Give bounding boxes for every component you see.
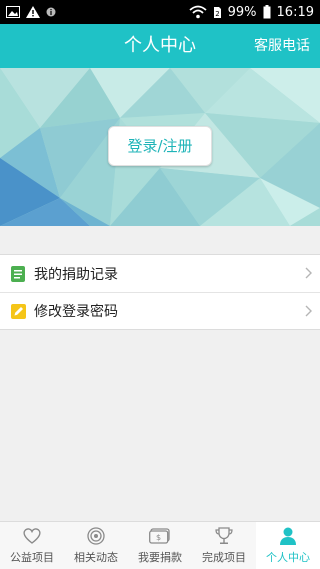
app-header: 个人中心 客服电话: [0, 24, 320, 68]
clock: 16:19: [276, 4, 314, 20]
tab-charity-projects[interactable]: 公益项目: [0, 522, 64, 569]
person-icon: [279, 526, 297, 546]
image-notification-icon: [6, 6, 20, 18]
tab-label: 我要捐款: [138, 551, 182, 564]
trophy-icon: [214, 526, 234, 546]
battery-icon: [263, 5, 271, 19]
status-right: 2 99% 16:19: [189, 5, 314, 20]
tab-news[interactable]: 相关动态: [64, 522, 128, 569]
heart-icon: [22, 526, 42, 546]
chevron-right-icon: [305, 305, 312, 317]
svg-text:$: $: [156, 533, 161, 542]
bottom-tab-bar: 公益项目 相关动态 $ 我要捐款 完成项目 个人中心: [0, 521, 320, 569]
tab-label: 公益项目: [10, 551, 54, 564]
tab-completed-projects[interactable]: 完成项目: [192, 522, 256, 569]
battery-percent: 99%: [227, 4, 257, 20]
menu-list: 我的捐助记录 修改登录密码: [0, 254, 320, 330]
tab-label: 个人中心: [266, 551, 310, 564]
sim-icon: 2: [213, 6, 221, 18]
edit-icon: [10, 303, 26, 319]
status-bar: 2 99% 16:19: [0, 0, 320, 24]
menu-item-label: 我的捐助记录: [34, 266, 118, 283]
chevron-right-icon: [305, 267, 312, 279]
tab-label: 完成项目: [202, 551, 246, 564]
tab-label: 相关动态: [74, 551, 118, 564]
info-icon: [46, 7, 56, 17]
status-left: [6, 6, 56, 18]
wifi-icon: [189, 5, 207, 19]
tab-profile[interactable]: 个人中心: [256, 522, 320, 569]
document-icon: [10, 265, 26, 282]
menu-item-label: 修改登录密码: [34, 304, 118, 320]
tab-donate[interactable]: $ 我要捐款: [128, 522, 192, 569]
money-icon: $: [149, 526, 171, 546]
change-password-item[interactable]: 修改登录密码: [0, 292, 320, 329]
target-icon: [86, 526, 106, 546]
customer-service-link[interactable]: 客服电话: [254, 24, 310, 68]
svg-text:2: 2: [215, 10, 219, 18]
donation-records-item[interactable]: 我的捐助记录: [0, 255, 320, 292]
warning-icon: [26, 6, 40, 18]
login-register-button[interactable]: 登录/注册: [108, 126, 212, 166]
